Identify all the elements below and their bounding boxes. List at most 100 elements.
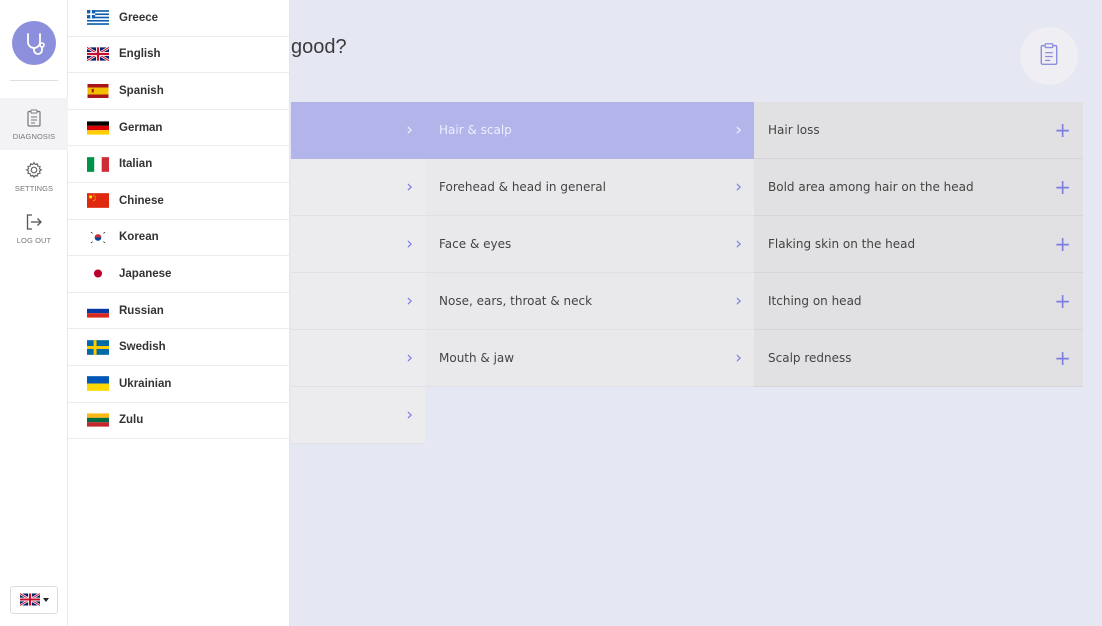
sweden-flag-icon (86, 339, 110, 355)
logout-icon (24, 211, 44, 233)
chevron-right-icon: › (406, 176, 413, 197)
language-option-greece[interactable]: Greece (68, 0, 289, 37)
language-option-english[interactable]: English (68, 37, 289, 74)
symptom-item[interactable]: Bold area among hair on the head + (754, 159, 1083, 216)
body-area-item[interactable]: › (291, 330, 425, 387)
body-area-list: › › › › › › (291, 102, 425, 444)
nav-item-logout[interactable]: LOG OUT (0, 202, 68, 254)
add-symptom-icon[interactable]: + (1054, 291, 1071, 311)
chevron-down-icon (42, 598, 49, 602)
language-name: Swedish (119, 341, 166, 354)
chevron-right-icon: › (406, 347, 413, 368)
nav-item-diagnosis[interactable]: DIAGNOSIS (0, 98, 68, 150)
language-name: Russian (119, 304, 164, 317)
language-switch-button[interactable] (10, 586, 58, 614)
zulu-flag-icon (86, 413, 110, 428)
language-name: Italian (119, 158, 153, 171)
ukraine-flag-icon (86, 376, 110, 392)
subarea-label: Face & eyes (439, 237, 512, 251)
stethoscope-logo-icon[interactable] (12, 21, 56, 65)
subarea-item-mouth-jaw[interactable]: Mouth & jaw › (425, 330, 754, 387)
chevron-right-icon: › (735, 233, 742, 254)
rail-divider (10, 80, 58, 81)
korea-flag-icon (86, 230, 110, 245)
body-area-item[interactable]: › (291, 387, 425, 444)
nav-item-label: DIAGNOSIS (12, 132, 56, 141)
spain-flag-icon (86, 83, 110, 98)
uk-flag-icon (86, 47, 110, 62)
subarea-label: Forehead & head in general (439, 180, 606, 194)
clipboard-icon (1040, 42, 1058, 70)
language-dropdown-menu: Greece English Spanish German Italian Ch… (68, 0, 290, 626)
symptom-label: Scalp redness (768, 351, 852, 365)
language-name: Ukrainian (119, 377, 172, 390)
subarea-label: Mouth & jaw (439, 351, 515, 365)
subarea-label: Hair & scalp (439, 123, 512, 137)
language-option-spanish[interactable]: Spanish (68, 73, 289, 110)
language-name: German (119, 121, 163, 134)
chevron-right-icon: › (735, 119, 742, 140)
gear-icon (24, 159, 44, 181)
italy-flag-icon (86, 156, 110, 172)
russia-flag-icon (86, 303, 110, 318)
language-option-swedish[interactable]: Swedish (68, 329, 289, 366)
nav-item-settings[interactable]: SETTINGS (0, 150, 68, 202)
symptom-item[interactable]: Itching on head + (754, 273, 1083, 330)
language-name: Spanish (119, 84, 164, 97)
symptom-label: Hair loss (768, 123, 820, 137)
symptom-item[interactable]: Flaking skin on the head + (754, 216, 1083, 273)
subarea-item-nose-ears[interactable]: Nose, ears, throat & neck › (425, 273, 754, 330)
germany-flag-icon (86, 120, 110, 135)
language-name: Korean (119, 231, 159, 244)
subarea-item-forehead[interactable]: Forehead & head in general › (425, 159, 754, 216)
language-option-chinese[interactable]: Chinese (68, 183, 289, 220)
language-option-russian[interactable]: Russian (68, 293, 289, 330)
symptom-item[interactable]: Scalp redness + (754, 330, 1083, 387)
add-symptom-icon[interactable]: + (1054, 348, 1071, 368)
japan-flag-icon (86, 266, 110, 282)
body-area-item[interactable]: › (291, 102, 425, 159)
nav-item-label: SETTINGS (14, 184, 54, 193)
report-button[interactable] (1020, 27, 1078, 85)
chevron-right-icon: › (406, 290, 413, 311)
add-symptom-icon[interactable]: + (1054, 177, 1071, 197)
chevron-right-icon: › (735, 290, 742, 311)
language-option-korean[interactable]: Korean (68, 220, 289, 257)
chevron-right-icon: › (735, 347, 742, 368)
language-option-ukrainian[interactable]: Ukrainian (68, 366, 289, 403)
symptom-label: Itching on head (768, 294, 862, 308)
subarea-list: Hair & scalp › Forehead & head in genera… (425, 102, 754, 387)
chevron-right-icon: › (406, 404, 413, 425)
chevron-right-icon: › (735, 176, 742, 197)
language-option-japanese[interactable]: Japanese (68, 256, 289, 293)
nav-item-label: LOG OUT (16, 236, 52, 245)
clipboard-icon (24, 107, 44, 129)
symptom-label: Flaking skin on the head (768, 237, 916, 251)
language-option-italian[interactable]: Italian (68, 146, 289, 183)
nav-rail: DIAGNOSIS SETTINGS LOG OUT (0, 0, 68, 626)
add-symptom-icon[interactable]: + (1054, 234, 1071, 254)
symptom-label: Bold area among hair on the head (768, 180, 974, 194)
language-option-german[interactable]: German (68, 110, 289, 147)
china-flag-icon (86, 193, 110, 209)
greece-flag-icon (86, 10, 110, 26)
chevron-right-icon: › (406, 119, 413, 140)
question-title: good? (291, 36, 347, 58)
body-area-item[interactable]: › (291, 159, 425, 216)
language-name: Chinese (119, 194, 164, 207)
add-symptom-icon[interactable]: + (1054, 120, 1071, 140)
language-name: Zulu (119, 414, 144, 427)
symptom-item[interactable]: Hair loss + (754, 102, 1083, 159)
body-area-item[interactable]: › (291, 216, 425, 273)
chevron-right-icon: › (406, 233, 413, 254)
subarea-item-face-eyes[interactable]: Face & eyes › (425, 216, 754, 273)
symptom-list: Hair loss + Bold area among hair on the … (754, 102, 1083, 387)
language-name: Greece (119, 11, 159, 24)
subarea-item-hair-scalp[interactable]: Hair & scalp › (425, 102, 754, 159)
subarea-label: Nose, ears, throat & neck (439, 294, 593, 308)
language-name: Japanese (119, 267, 172, 280)
language-name: English (119, 48, 161, 61)
uk-flag-icon (18, 591, 41, 610)
body-area-item[interactable]: › (291, 273, 425, 330)
language-option-zulu[interactable]: Zulu (68, 403, 289, 440)
